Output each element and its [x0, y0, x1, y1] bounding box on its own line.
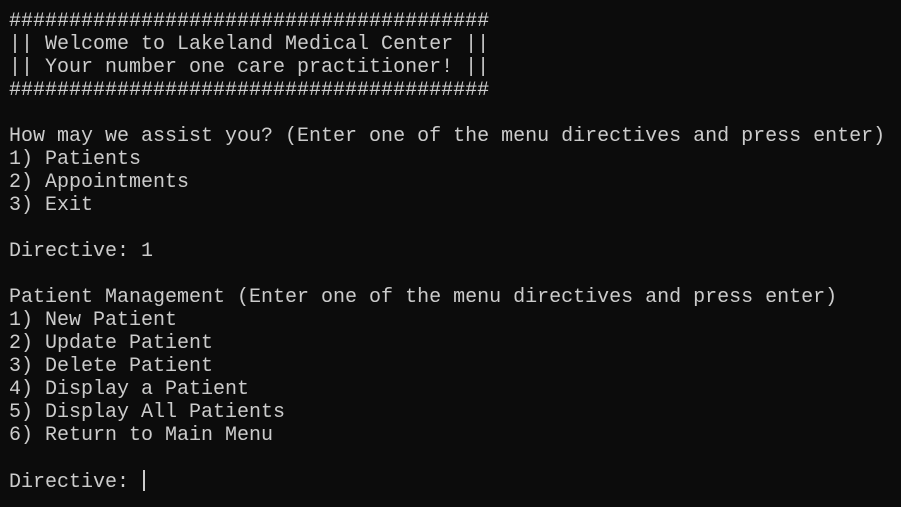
- directive-label: Directive:: [9, 240, 142, 263]
- text-cursor: [143, 470, 146, 491]
- patient-menu-prompt: Patient Management (Enter one of the men…: [9, 286, 838, 309]
- patient-menu-item: 3) Delete Patient: [9, 355, 214, 378]
- banner-tagline: || Your number one care practitioner! ||: [9, 56, 490, 79]
- directive-input-line[interactable]: Directive:: [9, 470, 885, 494]
- patient-menu-item: 4) Display a Patient: [9, 378, 250, 401]
- main-menu-item: 3) Exit: [9, 194, 94, 217]
- banner-border-top: ########################################: [9, 10, 490, 33]
- main-menu-item: 1) Patients: [9, 148, 142, 171]
- banner-welcome: || Welcome to Lakeland Medical Center ||: [9, 33, 490, 56]
- banner-border-bottom: ########################################: [9, 79, 490, 102]
- main-menu-item: 2) Appointments: [9, 171, 190, 194]
- main-directive-line: Directive: 1: [9, 240, 885, 263]
- directive-label: Directive:: [9, 471, 142, 494]
- patient-menu-item: 5) Display All Patients: [9, 401, 286, 424]
- patient-menu-item: 6) Return to Main Menu: [9, 424, 274, 447]
- terminal-output[interactable]: ########################################…: [9, 10, 886, 494]
- main-menu-prompt: How may we assist you? (Enter one of the…: [9, 125, 886, 148]
- directive-value: 1: [141, 240, 154, 263]
- patient-menu-item: 2) Update Patient: [9, 332, 214, 355]
- patient-menu-item: 1) New Patient: [9, 309, 178, 332]
